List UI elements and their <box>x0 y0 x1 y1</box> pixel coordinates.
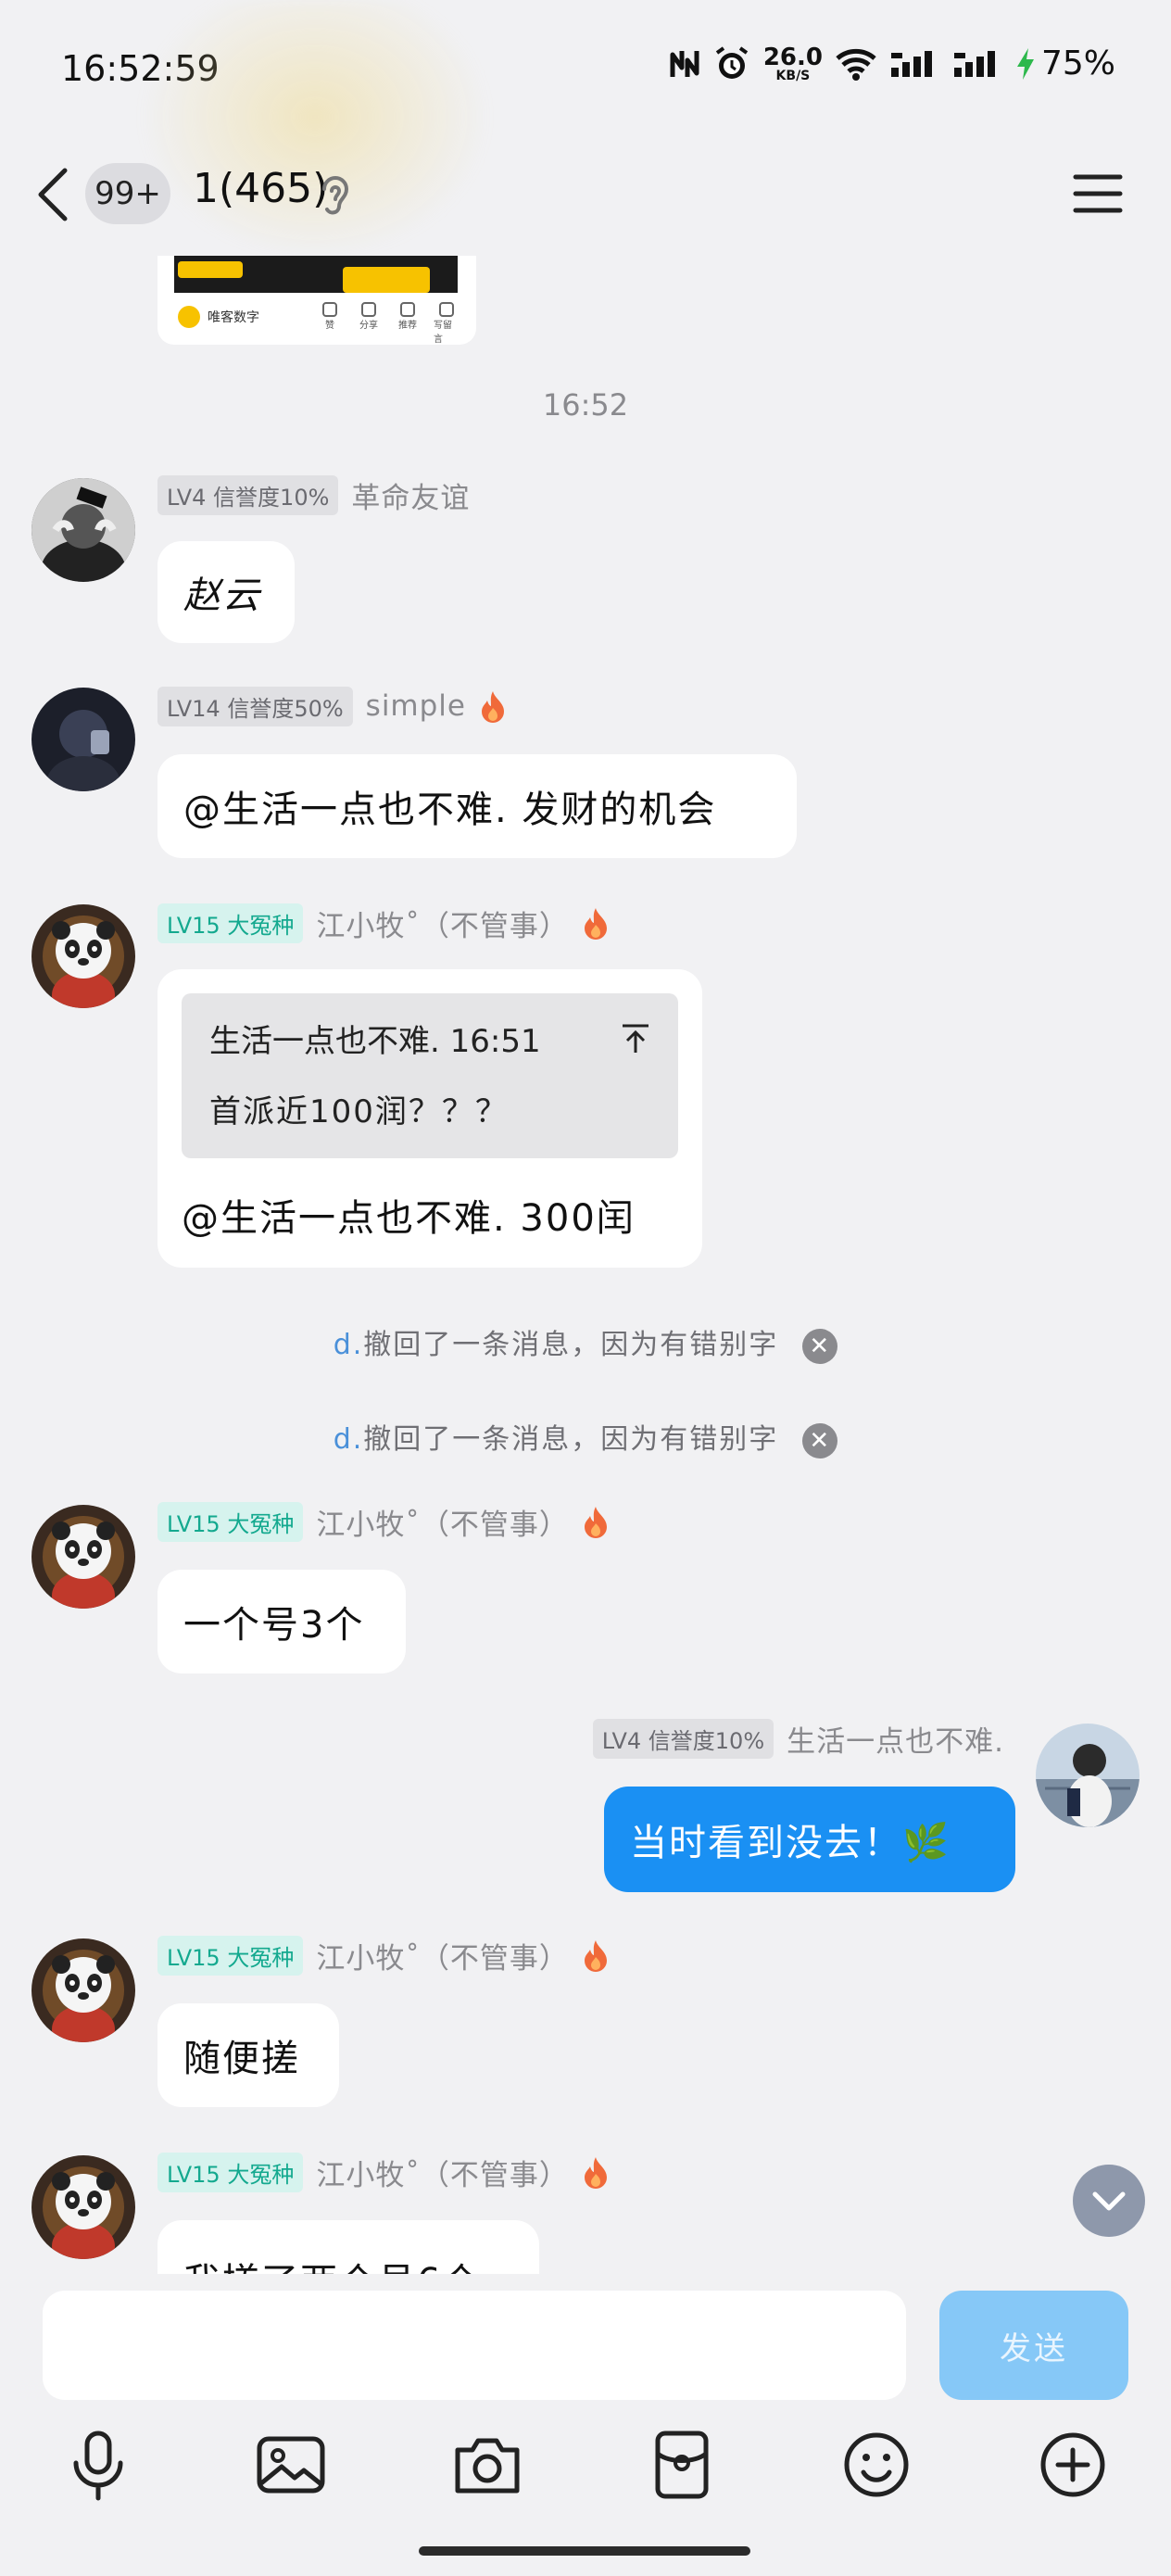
battery-level: 75% <box>1040 44 1115 82</box>
message-bubble[interactable]: @生活一点也不难. 发财的机会 <box>157 754 797 858</box>
sender-name[interactable]: 江小牧˚（不管事） <box>316 1935 569 1976</box>
image-icon[interactable] <box>254 2428 328 2502</box>
recall-sender[interactable]: d. <box>334 1329 364 1361</box>
sender-name[interactable]: simple <box>366 689 466 723</box>
close-icon[interactable]: ✕ <box>802 1328 838 1364</box>
nfc-icon <box>670 50 699 77</box>
network-speed: 26.0 KB/S <box>762 43 823 83</box>
message-meta: LV15 大冤种 江小牧˚（不管事） <box>157 1935 610 1976</box>
account-logo <box>178 306 200 328</box>
signal-icon <box>890 50 932 77</box>
avatar[interactable] <box>31 688 135 791</box>
status-icons: 26.0 KB/S 75% <box>669 44 1115 82</box>
plus-icon[interactable] <box>1036 2428 1110 2502</box>
message-meta: LV4 信誉度10% 革命友谊 <box>157 474 470 516</box>
card-action-like[interactable]: 赞 <box>317 302 343 345</box>
signal-icon <box>953 50 995 77</box>
message-meta: LV15 大冤种 江小牧˚（不管事） <box>157 1501 610 1543</box>
message-text: @生活一点也不难. 300闰 <box>182 1197 636 1240</box>
alarm-icon <box>715 45 748 79</box>
level-tag: LV15 大冤种 <box>157 903 304 943</box>
level-tag: LV15 大冤种 <box>157 2152 304 2192</box>
avatar[interactable] <box>31 478 135 582</box>
message-input[interactable] <box>43 2291 906 2400</box>
sender-name[interactable]: 革命友谊 <box>351 474 470 516</box>
quoted-message[interactable]: 生活一点也不难. 16:51 首派近100润？？？ <box>182 993 678 1158</box>
recall-notice: d.撤回了一条消息，因为有错别字 ✕ <box>0 1321 1171 1364</box>
shared-article-card[interactable]: 唯客数字 赞 分享 推荐 写留言 <box>157 256 476 345</box>
level-tag: LV15 大冤种 <box>157 1501 304 1542</box>
message-bubble[interactable]: 当时看到没去！🌿 <box>604 1787 1015 1892</box>
thumb-up-icon <box>322 302 337 317</box>
red-packet-icon[interactable] <box>645 2428 719 2502</box>
recall-sender[interactable]: d. <box>334 1423 364 1456</box>
sender-name[interactable]: 江小牧˚（不管事） <box>316 903 569 944</box>
message-meta: LV15 大冤种 江小牧˚（不管事） <box>157 903 610 944</box>
sender-name[interactable]: 江小牧˚（不管事） <box>316 2152 569 2193</box>
card-actions: 赞 分享 推荐 写留言 <box>317 302 460 345</box>
close-icon[interactable]: ✕ <box>802 1422 838 1458</box>
microphone-icon[interactable] <box>61 2428 135 2502</box>
avatar[interactable] <box>31 2155 135 2259</box>
wifi-icon <box>836 48 876 81</box>
recall-notice: d.撤回了一条消息，因为有错别字 ✕ <box>0 1416 1171 1458</box>
emoji-icon[interactable] <box>839 2428 913 2502</box>
camera-icon[interactable] <box>450 2428 524 2502</box>
level-tag: LV4 信誉度10% <box>592 1718 774 1759</box>
avatar[interactable] <box>31 904 135 1008</box>
message-bubble[interactable]: 一个号3个 <box>157 1570 406 1673</box>
account-name: 唯客数字 <box>208 310 259 325</box>
level-tag: LV15 大冤种 <box>157 1935 304 1976</box>
sender-name[interactable]: 生活一点也不难. <box>787 1718 1004 1760</box>
flame-icon <box>584 1507 607 1538</box>
flame-icon <box>584 908 607 940</box>
back-icon[interactable] <box>33 167 74 222</box>
jump-to-quote-icon[interactable] <box>621 1023 650 1054</box>
card-action-comment[interactable]: 写留言 <box>434 302 460 345</box>
chat-timestamp: 16:52 <box>542 387 629 423</box>
ear-icon[interactable] <box>319 172 352 221</box>
avatar[interactable] <box>31 1938 135 2042</box>
sender-name[interactable]: 江小牧˚（不管事） <box>316 1501 569 1543</box>
home-indicator[interactable] <box>419 2546 750 2556</box>
avatar[interactable] <box>31 1505 135 1609</box>
unread-badge[interactable]: 99+ <box>85 163 170 224</box>
heart-icon <box>400 302 415 317</box>
quote-text: 首派近100润？？？ <box>209 1093 509 1130</box>
menu-icon[interactable] <box>1073 172 1123 215</box>
message-meta: LV4 信誉度10% 生活一点也不难. <box>592 1718 1004 1760</box>
flame-icon <box>584 1940 607 1972</box>
message-bubble[interactable]: 赵云 <box>157 541 295 643</box>
chat-title[interactable]: 1(465) <box>193 165 328 212</box>
card-action-share[interactable]: 分享 <box>356 302 382 345</box>
message-meta: LV14 信誉度50% simple <box>157 686 507 726</box>
blurred-overlay <box>139 0 491 259</box>
card-banner-badge <box>178 261 243 278</box>
flame-icon <box>482 691 504 723</box>
chevron-down-icon <box>1092 2191 1126 2211</box>
avatar[interactable] <box>1036 1724 1140 1827</box>
flame-icon <box>584 2157 607 2189</box>
card-banner-button <box>343 267 430 293</box>
message-bubble[interactable]: 随便搓 <box>157 2003 339 2107</box>
message-meta: LV15 大冤种 江小牧˚（不管事） <box>157 2152 610 2193</box>
message-bubble[interactable]: 生活一点也不难. 16:51 首派近100润？？？ @生活一点也不难. 300闰 <box>157 969 702 1268</box>
level-tag: LV4 信誉度10% <box>157 474 339 515</box>
card-action-recommend[interactable]: 推荐 <box>395 302 421 345</box>
send-button[interactable]: 发送 <box>939 2291 1128 2400</box>
share-icon <box>361 302 376 317</box>
comment-icon <box>439 302 454 317</box>
level-tag: LV14 信誉度50% <box>157 686 353 726</box>
quote-header: 生活一点也不难. 16:51 <box>209 1023 541 1060</box>
charging-icon <box>1016 47 1034 80</box>
input-toolbar <box>0 2428 1171 2520</box>
scroll-to-bottom-button[interactable] <box>1073 2165 1145 2237</box>
